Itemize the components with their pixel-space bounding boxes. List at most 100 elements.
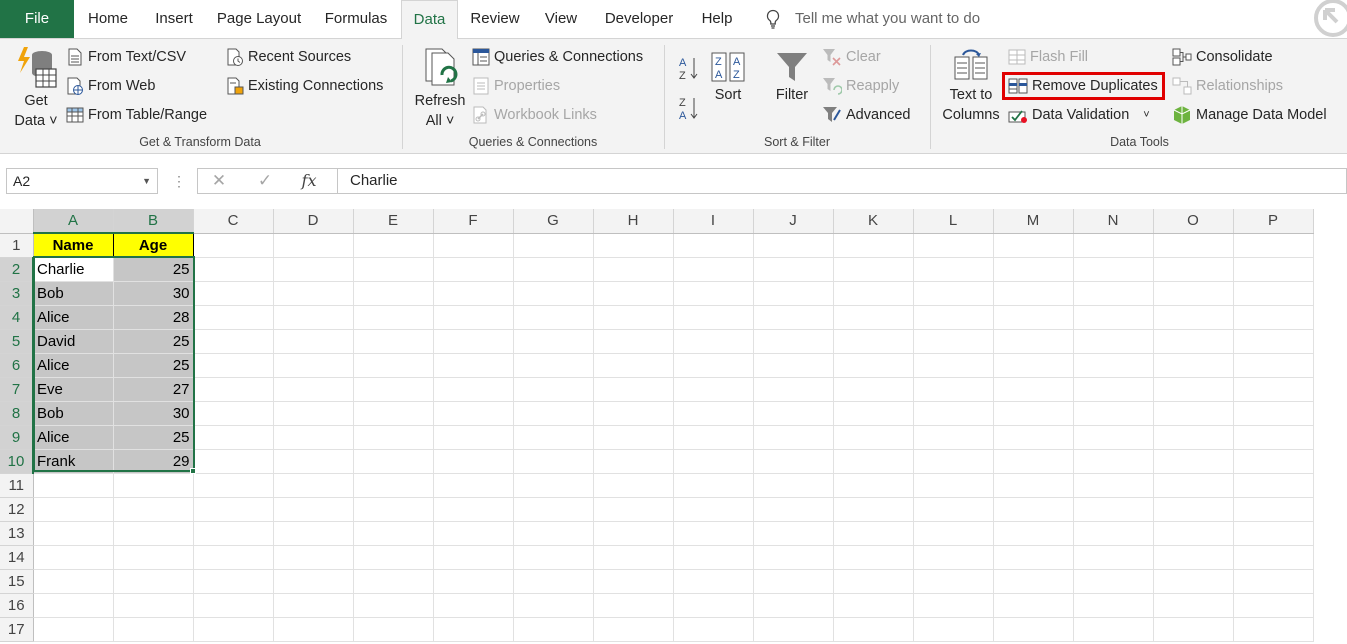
fill-handle[interactable] bbox=[190, 468, 196, 474]
column-header-m[interactable]: M bbox=[993, 209, 1074, 234]
cell-d6[interactable] bbox=[273, 353, 354, 378]
cell-o14[interactable] bbox=[1153, 545, 1234, 570]
cell-l14[interactable] bbox=[913, 545, 994, 570]
column-header-h[interactable]: H bbox=[593, 209, 674, 234]
cell-l10[interactable] bbox=[913, 449, 994, 474]
cell-a13[interactable] bbox=[33, 521, 114, 546]
cell-d8[interactable] bbox=[273, 401, 354, 426]
cell-g17[interactable] bbox=[513, 617, 594, 642]
cell-h17[interactable] bbox=[593, 617, 674, 642]
cell-g14[interactable] bbox=[513, 545, 594, 570]
cell-c6[interactable] bbox=[193, 353, 274, 378]
cell-h9[interactable] bbox=[593, 425, 674, 450]
cell-j2[interactable] bbox=[753, 257, 834, 282]
cell-f9[interactable] bbox=[433, 425, 514, 450]
cell-m4[interactable] bbox=[993, 305, 1074, 330]
cell-h2[interactable] bbox=[593, 257, 674, 282]
cell-i14[interactable] bbox=[673, 545, 754, 570]
cell-j10[interactable] bbox=[753, 449, 834, 474]
row-header-6[interactable]: 6 bbox=[0, 353, 34, 378]
cell-k3[interactable] bbox=[833, 281, 914, 306]
cell-g15[interactable] bbox=[513, 569, 594, 594]
name-box[interactable]: A2 ▼ bbox=[6, 168, 158, 194]
row-header-5[interactable]: 5 bbox=[0, 329, 34, 354]
tab-file[interactable]: File bbox=[0, 0, 74, 38]
row-header-14[interactable]: 14 bbox=[0, 545, 34, 570]
cell-e7[interactable] bbox=[353, 377, 434, 402]
cell-d7[interactable] bbox=[273, 377, 354, 402]
cell-f17[interactable] bbox=[433, 617, 514, 642]
data-validation-button[interactable]: Data Validation ˅ bbox=[1008, 103, 1150, 127]
cell-n16[interactable] bbox=[1073, 593, 1154, 618]
column-header-p[interactable]: P bbox=[1233, 209, 1314, 234]
cell-a3[interactable]: Bob bbox=[33, 281, 114, 306]
cell-n17[interactable] bbox=[1073, 617, 1154, 642]
column-header-a[interactable]: A bbox=[33, 209, 114, 234]
cell-f13[interactable] bbox=[433, 521, 514, 546]
tab-developer[interactable]: Developer bbox=[594, 0, 684, 38]
cell-f11[interactable] bbox=[433, 473, 514, 498]
row-header-7[interactable]: 7 bbox=[0, 377, 34, 402]
cell-d10[interactable] bbox=[273, 449, 354, 474]
cell-i3[interactable] bbox=[673, 281, 754, 306]
cell-f6[interactable] bbox=[433, 353, 514, 378]
cell-i11[interactable] bbox=[673, 473, 754, 498]
cell-f15[interactable] bbox=[433, 569, 514, 594]
cell-a1[interactable]: Name bbox=[32, 232, 114, 258]
cell-c14[interactable] bbox=[193, 545, 274, 570]
cell-c10[interactable] bbox=[193, 449, 274, 474]
cell-g2[interactable] bbox=[513, 257, 594, 282]
row-header-10[interactable]: 10 bbox=[0, 449, 34, 474]
cell-c15[interactable] bbox=[193, 569, 274, 594]
cell-o4[interactable] bbox=[1153, 305, 1234, 330]
cell-j7[interactable] bbox=[753, 377, 834, 402]
cell-d17[interactable] bbox=[273, 617, 354, 642]
cell-g5[interactable] bbox=[513, 329, 594, 354]
cell-n1[interactable] bbox=[1073, 233, 1154, 258]
cell-j4[interactable] bbox=[753, 305, 834, 330]
cell-d14[interactable] bbox=[273, 545, 354, 570]
row-header-9[interactable]: 9 bbox=[0, 425, 34, 450]
cell-e8[interactable] bbox=[353, 401, 434, 426]
cell-k16[interactable] bbox=[833, 593, 914, 618]
cell-e6[interactable] bbox=[353, 353, 434, 378]
row-header-4[interactable]: 4 bbox=[0, 305, 34, 330]
cell-a5[interactable]: David bbox=[33, 329, 114, 354]
cell-g13[interactable] bbox=[513, 521, 594, 546]
cell-l2[interactable] bbox=[913, 257, 994, 282]
cell-k13[interactable] bbox=[833, 521, 914, 546]
tell-me-search[interactable]: Tell me what you want to do bbox=[765, 0, 980, 38]
cell-g4[interactable] bbox=[513, 305, 594, 330]
cell-a17[interactable] bbox=[33, 617, 114, 642]
cell-p3[interactable] bbox=[1233, 281, 1314, 306]
cell-h5[interactable] bbox=[593, 329, 674, 354]
cell-b14[interactable] bbox=[113, 545, 194, 570]
cell-g10[interactable] bbox=[513, 449, 594, 474]
cell-n6[interactable] bbox=[1073, 353, 1154, 378]
cell-j13[interactable] bbox=[753, 521, 834, 546]
cell-a11[interactable] bbox=[33, 473, 114, 498]
cell-i1[interactable] bbox=[673, 233, 754, 258]
cell-p12[interactable] bbox=[1233, 497, 1314, 522]
cell-h15[interactable] bbox=[593, 569, 674, 594]
cell-h3[interactable] bbox=[593, 281, 674, 306]
cell-p11[interactable] bbox=[1233, 473, 1314, 498]
cell-h16[interactable] bbox=[593, 593, 674, 618]
cell-k5[interactable] bbox=[833, 329, 914, 354]
cancel-icon[interactable]: ✕ bbox=[202, 169, 236, 193]
cell-h13[interactable] bbox=[593, 521, 674, 546]
cell-o3[interactable] bbox=[1153, 281, 1234, 306]
cell-o1[interactable] bbox=[1153, 233, 1234, 258]
formula-bar-resize-handle[interactable]: ⋮ bbox=[172, 170, 186, 192]
column-header-f[interactable]: F bbox=[433, 209, 514, 234]
cell-l3[interactable] bbox=[913, 281, 994, 306]
workbook-links-button[interactable]: Workbook Links bbox=[472, 103, 597, 127]
cell-j17[interactable] bbox=[753, 617, 834, 642]
sort-button[interactable]: ZAAZ Sort bbox=[708, 51, 748, 105]
cell-m11[interactable] bbox=[993, 473, 1074, 498]
cell-e3[interactable] bbox=[353, 281, 434, 306]
cell-e14[interactable] bbox=[353, 545, 434, 570]
cell-i10[interactable] bbox=[673, 449, 754, 474]
cell-a12[interactable] bbox=[33, 497, 114, 522]
clear-filter-button[interactable]: Clear bbox=[822, 45, 881, 69]
